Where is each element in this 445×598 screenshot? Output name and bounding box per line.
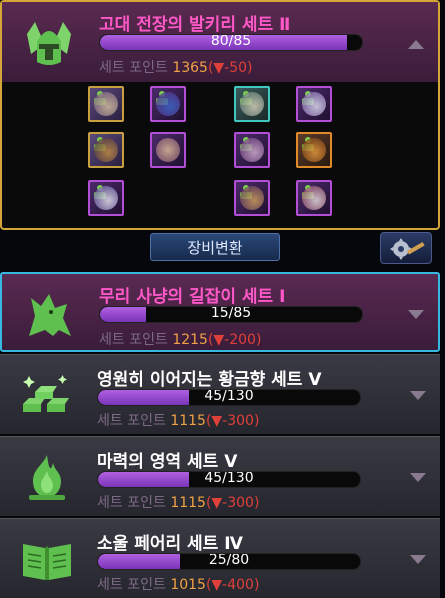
set-points-diff: (▼-300) (205, 413, 260, 429)
set-title: 고대 전장의 발키리 세트 Ⅱ (99, 15, 291, 35)
set-points-value: 1015 (170, 577, 206, 593)
set-points: 세트 포인트 1115(▼-300) (97, 410, 259, 430)
set-progress-text: 25/80 (208, 553, 250, 568)
equipment-slot[interactable] (150, 86, 186, 122)
set-progress-text: 15/85 (210, 306, 252, 321)
expand-arrow-icon[interactable] (410, 473, 426, 482)
settings-button[interactable] (380, 232, 432, 264)
gear-wrench-icon (390, 238, 425, 260)
set-panel-expanded: 고대 전장의 발키리 세트 Ⅱ 80/85 세트 포인트 1365(▼-50) (0, 0, 440, 230)
equipment-slot[interactable] (88, 86, 124, 122)
gold-bars-icon (14, 365, 80, 425)
wolf-icon (16, 284, 82, 344)
set-title: 마력의 영역 세트 Ⅴ (97, 452, 238, 472)
set-points-value: 1215 (172, 332, 208, 348)
set-panel[interactable]: 무리 사냥의 길잡이 세트 Ⅰ 15/85 세트 포인트 1215(▼-200) (0, 272, 440, 352)
equipment-slot[interactable] (88, 132, 124, 168)
set-points-label: 세트 포인트 (97, 577, 166, 593)
equip-change-button[interactable]: 장비변환 (150, 233, 280, 261)
set-points-label: 세트 포인트 (97, 495, 166, 511)
set-panel[interactable]: 영원히 이어지는 황금향 세트 Ⅴ 45/130 세트 포인트 1115(▼-3… (0, 354, 440, 434)
set-points-label: 세트 포인트 (97, 413, 166, 429)
set-points-value: 1365 (172, 60, 208, 76)
set-progress-bar: 25/80 (97, 553, 361, 570)
expand-arrow-icon[interactable] (410, 555, 426, 564)
set-points-value: 1115 (170, 413, 206, 429)
set-progress-bar: 80/85 (99, 34, 363, 51)
equipment-slot[interactable] (234, 132, 270, 168)
set-title: 영원히 이어지는 황금향 세트 Ⅴ (97, 370, 322, 390)
flame-icon (14, 447, 80, 507)
equipment-slot[interactable] (150, 132, 186, 168)
set-points-diff: (▼-300) (205, 495, 260, 511)
set-points: 세트 포인트 1215(▼-200) (99, 329, 261, 349)
set-title: 무리 사냥의 길잡이 세트 Ⅰ (99, 287, 286, 307)
equipment-slot[interactable] (88, 180, 124, 216)
set-points-diff: (▼-50) (207, 60, 253, 76)
set-points: 세트 포인트 1115(▼-300) (97, 492, 259, 512)
set-progress-bar: 45/130 (97, 471, 361, 488)
set-progress-bar: 15/85 (99, 306, 363, 323)
set-points-diff: (▼-400) (205, 577, 260, 593)
book-icon (14, 529, 80, 589)
set-header[interactable]: 고대 전장의 발키리 세트 Ⅱ 80/85 세트 포인트 1365(▼-50) (2, 2, 438, 82)
set-points: 세트 포인트 1365(▼-50) (99, 57, 253, 77)
set-progress-bar: 45/130 (97, 389, 361, 406)
equipment-slot[interactable] (296, 132, 332, 168)
set-points-diff: (▼-200) (207, 332, 262, 348)
set-progress-text: 80/85 (210, 34, 252, 49)
set-points: 세트 포인트 1015(▼-400) (97, 574, 259, 594)
expand-arrow-icon[interactable] (408, 310, 424, 319)
set-points-label: 세트 포인트 (99, 332, 168, 348)
set-points-value: 1115 (170, 495, 206, 511)
set-points-label: 세트 포인트 (99, 60, 168, 76)
equipment-slot[interactable] (234, 180, 270, 216)
set-title: 소울 페어리 세트 Ⅳ (97, 534, 243, 554)
set-panel[interactable]: 소울 페어리 세트 Ⅳ 25/80 세트 포인트 1015(▼-400) (0, 518, 440, 598)
set-progress-text: 45/130 (204, 471, 254, 486)
set-progress-text: 45/130 (204, 389, 254, 404)
equipment-slot[interactable] (296, 86, 332, 122)
helmet-icon (16, 12, 82, 72)
expand-arrow-icon[interactable] (410, 391, 426, 400)
equipment-slot[interactable] (234, 86, 270, 122)
collapse-arrow-icon[interactable] (408, 40, 424, 49)
equipment-slot[interactable] (296, 180, 332, 216)
set-panel[interactable]: 마력의 영역 세트 Ⅴ 45/130 세트 포인트 1115(▼-300) (0, 436, 440, 516)
